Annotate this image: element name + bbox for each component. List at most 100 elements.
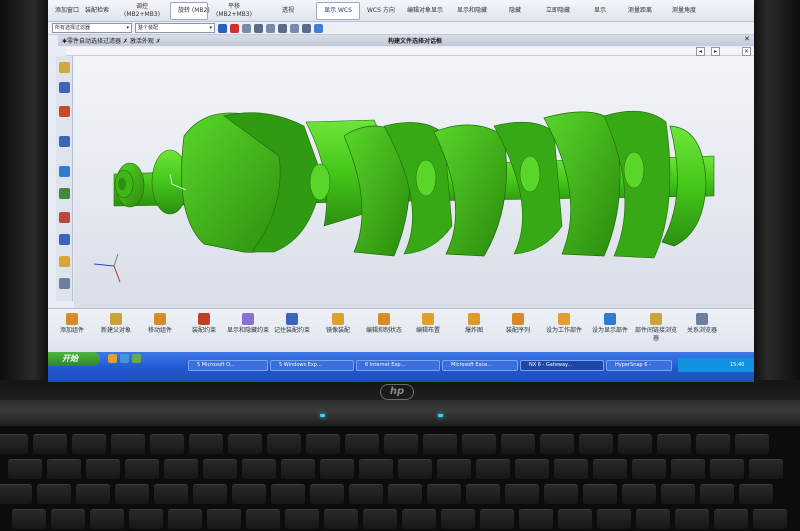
roles-icon[interactable] [59,234,70,245]
clock[interactable]: 15:40 [730,362,744,368]
ribbon-measure-distance[interactable]: 测量距离 [618,7,662,15]
web-browser-icon[interactable] [59,256,70,267]
key [749,459,783,479]
close-icon[interactable]: ✕ [744,35,750,43]
ribbon-hide[interactable]: 隐藏 [496,7,534,15]
assembly-navigator-icon[interactable] [59,62,70,73]
quicklaunch-icon[interactable] [132,354,141,363]
ribbon-show-hide[interactable]: 显示和隐藏 [448,7,496,15]
face-icon[interactable] [278,23,287,33]
body-icon[interactable] [290,23,299,33]
new-parent-button[interactable]: 新建父对象 [94,313,138,335]
show-hide-constraints-button[interactable]: 显示和隐藏约束 [226,313,270,335]
ribbon-zoom[interactable]: 调控 (MB2+MB3) [114,3,170,19]
move-component-button[interactable]: 移动组件 [138,313,182,335]
scroll-left-icon[interactable]: ◂ [696,47,705,56]
select-icon[interactable] [242,23,251,33]
ribbon-measure-angle[interactable]: 测量角度 [662,7,706,15]
assembly-scope-value: 整个装配 [138,25,159,31]
set-display-part-button[interactable]: 设为显示部件 [588,313,632,335]
ribbon-immediate-hide[interactable]: 立即隐藏 [534,7,582,15]
system-tray: 15:40 [678,358,754,372]
key [671,459,705,479]
key [597,509,631,529]
set-work-part-button[interactable]: 设为工作部件 [542,313,586,335]
edit-arrangement-icon [422,313,434,325]
ribbon-perspective[interactable]: 透视 [260,7,316,15]
relations-browser-icon [696,313,708,325]
assembly-sequence-label: 装配序列 [505,327,530,334]
system-materials-icon[interactable] [59,188,70,199]
graphics-viewport[interactable] [74,56,754,308]
quicklaunch-icon[interactable] [120,354,129,363]
feature-icon[interactable] [302,23,311,33]
key [363,509,397,529]
scroll-right-icon[interactable]: ▸ [711,47,720,56]
ribbon-show[interactable]: 显示 [582,7,618,15]
key [554,459,588,479]
cube-icon[interactable] [314,23,323,33]
selection-filter-dropdown[interactable]: 所有选择过滤器 ▾ [52,23,132,33]
edit-arrangement-button[interactable]: 编辑布置 [406,313,450,335]
ribbon-assembly-search[interactable]: 装配检索 [78,7,114,15]
key [0,434,28,454]
history-icon[interactable] [59,166,70,177]
mirror-assembly-button[interactable]: 镜像装配 [316,313,360,335]
selection-filter-value: 所有选择过滤器 [55,25,91,31]
ribbon-pan[interactable]: 平移 (MB2+MB3) [208,3,260,19]
ribbon-wcs-orient[interactable]: WCS 方向 [360,7,400,15]
ribbon-show-wcs[interactable]: 显示 WCS [316,1,360,20]
screen-bezel-left [0,0,48,400]
task-nx[interactable]: NX 6 - Gateway... [520,360,604,371]
key [661,484,695,504]
interpart-link-browser-button[interactable]: 部件间链接浏览器 [634,313,678,343]
task-ie[interactable]: 6 Internet Exp... [356,360,440,371]
constraint-navigator-icon[interactable] [59,82,70,93]
curve-icon[interactable] [266,23,275,33]
remember-constraints-button[interactable]: 记住装配约束 [270,313,314,335]
laptop-hinge [0,400,800,426]
add-component-button[interactable]: 添加组件 [50,313,94,335]
ribbon-add-window[interactable]: 添加窗口 [48,7,79,15]
key [207,509,241,529]
palette-icon[interactable] [59,278,70,289]
part-navigator-icon[interactable] [59,106,70,117]
reuse-library-icon[interactable] [59,136,70,147]
close-icon[interactable]: ✕ [742,47,751,56]
assembly-sequence-icon [512,313,524,325]
assembly-sequence-button[interactable]: 装配序列 [496,313,540,335]
key [583,484,617,504]
task-explorer[interactable]: 5 Windows Exp... [270,360,354,371]
process-studio-icon[interactable] [59,212,70,223]
key [8,459,42,479]
exploded-view-button[interactable]: 爆炸图 [452,313,496,335]
key [558,509,592,529]
relations-browser-button[interactable]: 关系浏览器 [680,313,724,335]
ribbon-rotate[interactable]: 旋转 (MB2) [170,1,210,20]
ribbon-toolbar: 添加窗口 装配检索 调控 (MB2+MB3) 旋转 (MB2) 平移 (MB2+… [48,0,754,22]
move-component-icon [154,313,166,325]
start-button[interactable]: 开始 [48,352,100,366]
link-browser-icon [650,313,662,325]
task-hypersnap[interactable]: HyperSnap 6 - [606,360,672,371]
snap-icon[interactable] [218,23,227,33]
key [579,434,613,454]
ribbon-edit-object-display[interactable]: 编辑对象显示 [400,7,448,15]
key [735,434,769,454]
key [168,509,202,529]
task-excel[interactable]: Microsoft Exce... [442,360,518,371]
edit-suppression-button[interactable]: 编辑抑制状态 [362,313,406,335]
assembly-constraints-button[interactable]: 装配约束 [182,313,226,335]
point-icon[interactable] [254,23,263,33]
key [515,459,549,479]
task-outlook[interactable]: 5 Microsoft O... [188,360,268,371]
key [398,459,432,479]
key [359,459,393,479]
edit-suppression-icon [378,313,390,325]
quicklaunch-icon[interactable] [108,354,117,363]
key [267,434,301,454]
selection-toolbar: 所有选择过滤器 ▾ 整个装配 ▾ [48,22,754,35]
assembly-scope-dropdown[interactable]: 整个装配 ▾ [135,23,215,33]
stop-icon[interactable] [230,23,239,33]
key [193,484,227,504]
